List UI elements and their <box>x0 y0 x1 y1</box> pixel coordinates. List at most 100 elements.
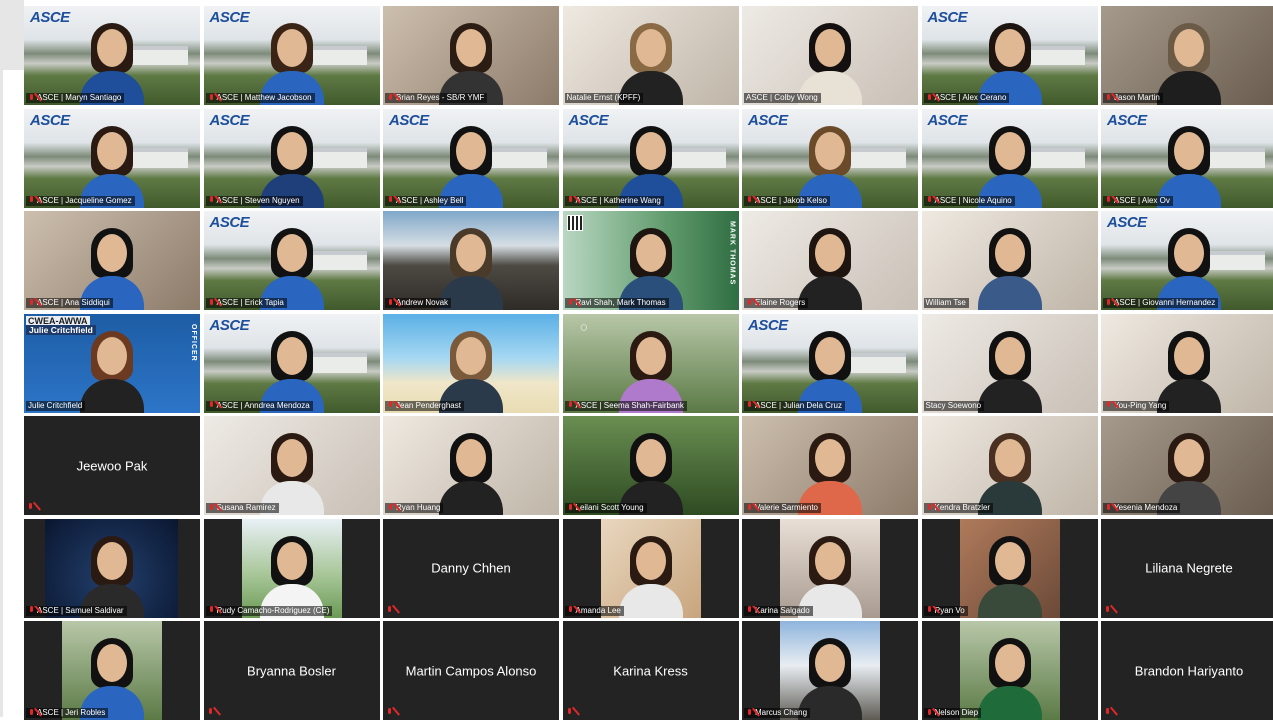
participant-silhouette <box>977 530 1042 618</box>
participant-tile[interactable]: Marcus Chang <box>742 621 918 720</box>
participant-name-asce-steven-nguyen: ASCE | Steven Nguyen <box>216 195 300 205</box>
participant-silhouette <box>618 120 683 208</box>
muted-mic-icon <box>1105 401 1112 410</box>
muted-mic-icon <box>746 401 753 410</box>
participant-tile[interactable]: Jason Martin <box>1101 6 1273 105</box>
participant-tile[interactable]: Karina Salgado <box>742 518 918 618</box>
participant-tile[interactable]: Ryan Vo <box>921 518 1098 618</box>
participant-name-asce-katherine-wang: ASCE | Katherine Wang <box>575 195 661 205</box>
participant-tile[interactable]: Kendra Bratzler <box>921 416 1098 515</box>
participant-tile[interactable]: ASCE ASCE | Anndrea Mendoza <box>203 313 380 413</box>
participant-tile[interactable]: Natalie Ernst (KPFF) <box>562 6 739 105</box>
participant-tile[interactable]: ASCE | Jeri Robles <box>24 621 200 720</box>
muted-mic-icon <box>28 196 35 205</box>
participant-silhouette <box>618 325 683 413</box>
participant-tile[interactable]: Elaine Rogers <box>742 211 918 310</box>
participant-silhouette <box>977 632 1042 720</box>
participant-tile[interactable]: Rudy Camacho-Rodriguez (CE) <box>203 518 380 618</box>
participant-tile[interactable]: ASCE ASCE | Katherine Wang <box>562 108 739 208</box>
muted-mic-icon <box>386 605 393 615</box>
muted-mic-icon <box>746 708 753 718</box>
muted-mic-icon <box>208 401 215 410</box>
participant-tile[interactable]: ASCE ASCE | Julian Dela Cruz <box>742 313 918 413</box>
participant-tile[interactable]: William Tse <box>921 211 1098 310</box>
asce-logo: ASCE <box>748 111 788 129</box>
participant-silhouette <box>439 427 503 515</box>
participant-tile[interactable]: Amanda Lee <box>562 518 739 618</box>
asce-logo: ASCE <box>927 111 968 129</box>
participant-name-danny-chhen: Danny Chhen <box>431 560 511 576</box>
participant-tile[interactable]: Stacy Soewono <box>921 313 1098 413</box>
participant-tile[interactable]: Jean Penderghast <box>383 313 559 413</box>
participant-tile[interactable]: ASCE ASCE | Erick Tapia <box>203 211 380 310</box>
participant-tile[interactable]: Andrew Novak <box>383 211 559 310</box>
participant-tile[interactable]: Danny Chhen <box>383 518 559 618</box>
muted-mic-icon <box>208 606 215 615</box>
participant-silhouette <box>977 17 1042 105</box>
participant-name-jeewoo-pak: Jeewoo Pak <box>76 458 148 473</box>
participant-tile[interactable]: ASCE ASCE | Steven Nguyen <box>203 108 380 208</box>
participant-tile[interactable]: Bryanna Bosler <box>203 621 380 720</box>
participant-name-andrew-novak: Andrew Novak <box>396 298 449 307</box>
participant-tile[interactable]: Brandon Hariyanto <box>1101 621 1273 720</box>
participant-name-asce-julian-dela-cruz: ASCE | Julian Dela Cruz <box>755 400 842 410</box>
participant-tile[interactable]: ASCE ASCE | Alex Cerano <box>921 6 1098 105</box>
participant-name-rudy-camacho-rodriguez-ce: Rudy Camacho-Rodriguez (CE) <box>216 605 330 615</box>
participant-silhouette <box>259 222 324 310</box>
participant-tile[interactable]: ASCE ASCE | Nicole Aquino <box>921 108 1098 208</box>
participant-tile[interactable]: MARK THOMAS Ravi Shah, Mark Thomas <box>562 211 739 310</box>
participant-tile[interactable]: Liliana Negrete <box>1101 518 1273 618</box>
participant-tile[interactable]: ASCE ASCE | Jakob Kelso <box>742 108 918 208</box>
video-feed <box>959 621 1060 720</box>
participant-name-asce-jakob-kelso: ASCE | Jakob Kelso <box>755 195 827 205</box>
muted-mic-icon <box>207 708 214 717</box>
participant-silhouette <box>618 222 683 310</box>
video-feed <box>241 518 342 618</box>
window-edge <box>0 0 24 717</box>
participant-tile[interactable]: Yesenia Mendoza <box>1101 416 1273 515</box>
qr-code-icon <box>566 215 583 231</box>
participant-tile[interactable]: ASCE | Samuel Saldivar <box>24 518 200 618</box>
participant-tile[interactable]: ◯ ASCE | Seema Shah-Fairbank <box>562 313 739 413</box>
participant-tile[interactable]: Martin Campos Alonso <box>383 621 559 720</box>
participant-tile[interactable]: ASCE ASCE | Jacqueline Gomez <box>24 108 200 208</box>
muted-mic-icon <box>28 606 35 615</box>
background-side-text: OFFICER <box>190 323 197 362</box>
participant-name-asce-jacqueline-gomez: ASCE | Jacqueline Gomez <box>37 195 132 205</box>
participant-tile[interactable]: Valerie Sarmiento <box>742 416 918 515</box>
muted-mic-icon <box>1104 605 1111 615</box>
participant-tile[interactable]: ASCE ASCE | Ashley Bell <box>383 108 559 208</box>
participant-tile[interactable]: Karina Kress <box>562 621 739 720</box>
participant-name-asce-ashley-bell: ASCE | Ashley Bell <box>396 195 464 205</box>
participant-name-tag: ASCE | Jakob Kelso <box>744 195 830 206</box>
participant-tile[interactable]: ASCE | Colby Wong <box>742 6 918 105</box>
asce-logo: ASCE <box>568 111 609 129</box>
participant-name-brian-reyes-sb-r-ymf: Brian Reyes - SB/R YMF <box>396 93 485 102</box>
participant-tile[interactable]: ASCE ASCE | Alex Ov <box>1101 108 1273 208</box>
participant-tile[interactable]: Jeewoo Pak <box>24 416 200 515</box>
participant-name-tag: Ravi Shah, Mark Thomas <box>564 298 669 308</box>
participant-tile[interactable]: Nelson Diep <box>921 621 1098 720</box>
participant-tile[interactable]: CWEA-AWWA Julie Critchfield OFFICER Julie C… <box>24 313 200 413</box>
participant-tile[interactable]: You-Ping Yang <box>1101 313 1273 413</box>
participant-tile[interactable]: ASCE | Ana Siddiqui <box>24 211 200 310</box>
participant-tile[interactable]: ASCE ASCE | Maryn Santiago <box>24 6 200 105</box>
muted-mic-icon <box>567 401 574 410</box>
participant-tile[interactable]: Brian Reyes - SB/R YMF <box>383 6 559 105</box>
participant-silhouette <box>1157 427 1221 515</box>
participant-tile[interactable]: ASCE ASCE | Matthew Jacobson <box>203 6 380 105</box>
participant-silhouette <box>618 17 683 105</box>
participant-silhouette <box>80 17 144 105</box>
asce-logo: ASCE <box>927 9 968 26</box>
participant-name-tag: Elaine Rogers <box>744 298 809 308</box>
asce-logo: ASCE <box>209 214 250 231</box>
participant-silhouette <box>977 325 1042 413</box>
participant-tile[interactable]: Ryan Huang <box>383 416 559 515</box>
participant-silhouette <box>259 17 324 105</box>
participant-tile[interactable]: ASCE ASCE | Giovanni Hernandez <box>1101 211 1273 310</box>
participant-name-tag: Karina Salgado <box>744 605 813 616</box>
participant-tile[interactable]: Leilani Scott Young <box>562 416 739 515</box>
participant-name-tag: Ryan Huang <box>385 503 444 513</box>
participant-name-susana-ramirez: Susana Ramirez <box>216 503 276 512</box>
participant-tile[interactable]: Susana Ramirez <box>203 416 380 515</box>
